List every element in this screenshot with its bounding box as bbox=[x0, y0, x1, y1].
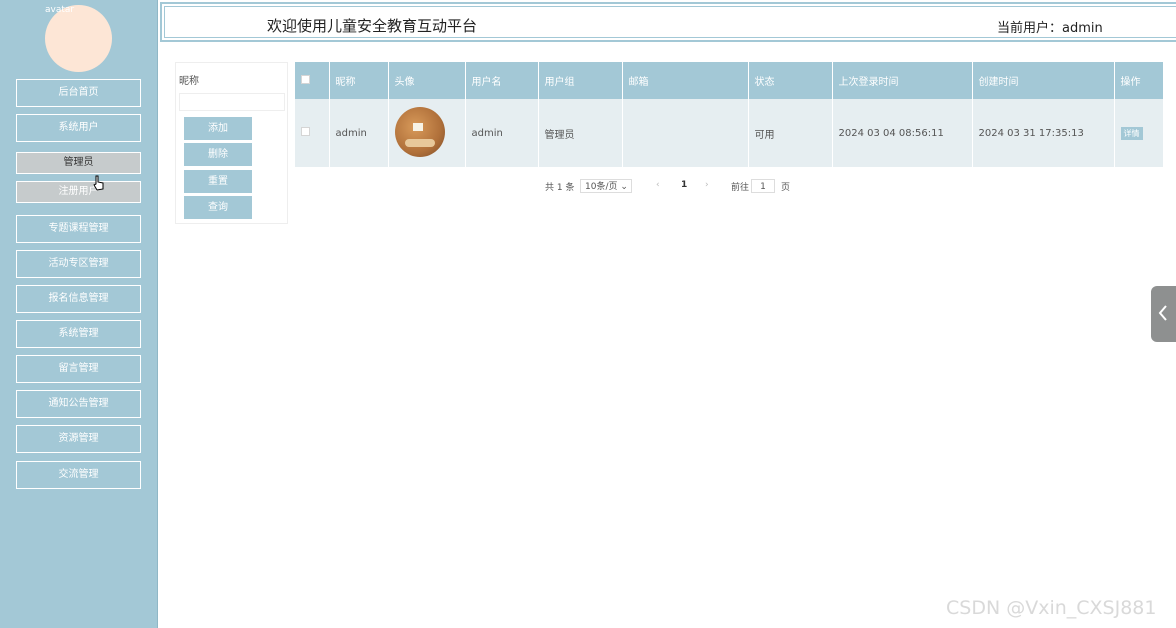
cell-avatar bbox=[388, 99, 466, 167]
watermark: CSDN @Vxin_CXSJ881 bbox=[946, 597, 1157, 619]
detail-button[interactable]: 详情 bbox=[1120, 126, 1143, 140]
row-checkbox[interactable] bbox=[301, 127, 310, 136]
chevron-left-icon bbox=[1158, 305, 1167, 321]
user-photo bbox=[394, 106, 445, 157]
page-title: 欢迎使用儿童安全教育互动平台 bbox=[267, 17, 478, 35]
sidebar-item-courses[interactable]: 专题课程管理 bbox=[16, 215, 141, 243]
add-button[interactable]: 添加 bbox=[184, 117, 252, 140]
page-suffix: 页 bbox=[781, 183, 791, 193]
cell-created: 2024 03 31 17:35:13 bbox=[972, 99, 1115, 167]
select-all-cell[interactable] bbox=[295, 62, 330, 99]
header-inner: 欢迎使用儿童安全教育互动平台 当前用户：admin bbox=[164, 6, 1176, 38]
delete-button[interactable]: 删除 bbox=[184, 143, 252, 166]
pagination-total: 共 1 条 bbox=[545, 183, 575, 193]
sidebar-item-registrations[interactable]: 报名信息管理 bbox=[16, 285, 141, 313]
cell-status: 可用 bbox=[748, 99, 833, 167]
query-button[interactable]: 查询 bbox=[184, 196, 252, 219]
mouse-cursor-icon bbox=[93, 175, 104, 191]
header: 欢迎使用儿童安全教育互动平台 当前用户：admin bbox=[160, 2, 1176, 42]
current-user: 当前用户：admin bbox=[997, 21, 1103, 36]
page-size-value: 10条/页 bbox=[585, 182, 618, 192]
sidebar: avatar 后台首页 系统用户 管理员 注册用户 专题课程管理 活动专区管理 … bbox=[0, 0, 158, 628]
column-header[interactable]: 用户组 bbox=[538, 62, 623, 99]
avatar-circle bbox=[45, 5, 112, 72]
nickname-search-input[interactable] bbox=[179, 93, 285, 111]
search-panel: 昵称 添加 删除 重置 查询 bbox=[175, 62, 288, 224]
column-header: 操作 bbox=[1114, 62, 1164, 99]
cell-last-login: 2024 03 04 08:56:11 bbox=[832, 99, 973, 167]
cell-email bbox=[622, 99, 749, 167]
table-header-row: 昵称 头像 用户名 用户组 邮箱 状态 上次登录时间 创建时间 操作 bbox=[295, 62, 1164, 99]
cell-group: 管理员 bbox=[538, 99, 623, 167]
cell-action: 详情 bbox=[1114, 99, 1164, 167]
sidebar-item-admin[interactable]: 管理员 bbox=[16, 152, 141, 174]
collapse-tab[interactable] bbox=[1151, 286, 1176, 342]
sidebar-item-home[interactable]: 后台首页 bbox=[16, 79, 141, 107]
goto-page-input[interactable]: 1 bbox=[751, 179, 775, 193]
nickname-label: 昵称 bbox=[179, 76, 199, 87]
sidebar-item-registered-users[interactable]: 注册用户 bbox=[16, 181, 141, 203]
sidebar-item-system[interactable]: 系统管理 bbox=[16, 320, 141, 348]
goto-label: 前往 bbox=[731, 183, 750, 193]
column-header: 状态 bbox=[748, 62, 833, 99]
page-size-select[interactable]: 10条/页 ⌄ bbox=[580, 179, 632, 193]
user-table: 昵称 头像 用户名 用户组 邮箱 状态 上次登录时间 创建时间 操作 admin… bbox=[295, 62, 1164, 167]
prev-page-icon[interactable]: ‹ bbox=[656, 180, 660, 190]
reset-button[interactable]: 重置 bbox=[184, 170, 252, 193]
sidebar-item-resources[interactable]: 资源管理 bbox=[16, 425, 141, 453]
sidebar-item-activities[interactable]: 活动专区管理 bbox=[16, 250, 141, 278]
table-row: admin admin 管理员 可用 2024 03 04 08:56:11 2… bbox=[295, 99, 1164, 167]
avatar: avatar bbox=[45, 5, 112, 72]
avatar-alt-text: avatar bbox=[45, 5, 75, 15]
cell-nickname: admin bbox=[329, 99, 389, 167]
row-select-cell[interactable] bbox=[295, 99, 330, 167]
sidebar-item-exchange[interactable]: 交流管理 bbox=[16, 461, 141, 489]
column-header[interactable]: 用户名 bbox=[465, 62, 539, 99]
sidebar-item-system-users[interactable]: 系统用户 bbox=[16, 114, 141, 142]
sidebar-item-notices[interactable]: 通知公告管理 bbox=[16, 390, 141, 418]
select-all-checkbox[interactable] bbox=[301, 74, 310, 84]
column-header: 头像 bbox=[388, 62, 466, 99]
cell-username: admin bbox=[465, 99, 539, 167]
column-header[interactable]: 邮箱 bbox=[622, 62, 749, 99]
next-page-icon[interactable]: › bbox=[705, 180, 709, 190]
current-page[interactable]: 1 bbox=[681, 180, 687, 190]
column-header[interactable]: 上次登录时间 bbox=[832, 62, 973, 99]
sidebar-item-messages[interactable]: 留言管理 bbox=[16, 355, 141, 383]
column-header[interactable]: 创建时间 bbox=[972, 62, 1115, 99]
chevron-down-icon: ⌄ bbox=[620, 182, 628, 192]
column-header[interactable]: 昵称 bbox=[329, 62, 389, 99]
